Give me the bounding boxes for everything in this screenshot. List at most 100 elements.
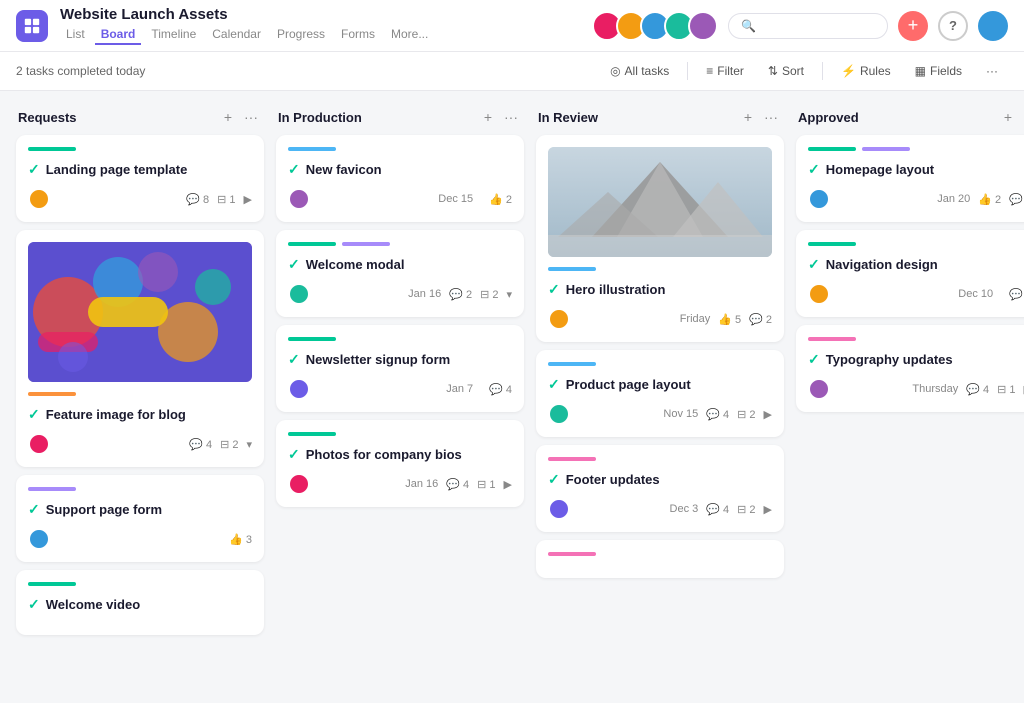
card-avatar (288, 378, 310, 400)
card-footer-homepage: Jan 20 👍 2 💬 4 (808, 188, 1024, 210)
card-new-favicon[interactable]: ✓ New favicon Dec 15 👍 2 (276, 135, 524, 222)
card-meta-homepage: Jan 20 👍 2 💬 4 (937, 193, 1024, 206)
project-title: Website Launch Assets (60, 6, 580, 23)
card-tag-purple (862, 147, 910, 151)
card-meta-landing: 💬 8 ⊟ 1 ▶ (186, 193, 252, 206)
tab-forms[interactable]: Forms (335, 25, 381, 45)
more-options-button[interactable]: ··· (976, 60, 1008, 82)
card-tag-green (288, 242, 336, 246)
card-typography[interactable]: ✓ Typography updates Thursday 💬 4 ⊟ 1 ▶ (796, 325, 1024, 412)
card-meta-nav: Dec 10 💬 3 (958, 288, 1024, 301)
date-label: Nov 15 (663, 408, 698, 420)
column-approved: Approved + ··· ✓ Homepage layout Jan 20 … (796, 107, 1024, 420)
divider-1 (687, 62, 688, 80)
comment-count: 💬 4 (966, 383, 989, 396)
card-avatar (28, 188, 50, 210)
card-title-nav: ✓ Navigation design (808, 256, 1024, 273)
card-hero-illustration[interactable]: ✓ Hero illustration Friday 👍 5 💬 2 (536, 135, 784, 342)
card-tag-typography (808, 337, 856, 341)
fields-button[interactable]: ▦ Fields (905, 60, 972, 82)
more-approved[interactable]: ··· (1020, 107, 1024, 127)
card-title-video: ✓ Welcome video (28, 596, 252, 613)
card-footer-modal: Jan 16 💬 2 ⊟ 2 ▾ (288, 283, 512, 305)
current-user-avatar[interactable] (978, 11, 1008, 41)
card-support-form[interactable]: ✓ Support page form 👍 3 (16, 475, 264, 562)
card-welcome-modal[interactable]: ✓ Welcome modal Jan 16 💬 2 ⊟ 2 ▾ (276, 230, 524, 317)
card-avatar (808, 188, 830, 210)
card-tag-bios (288, 432, 336, 436)
subtask-count: ⊟ 2 (220, 438, 238, 451)
rules-button[interactable]: ⚡ Rules (831, 60, 901, 82)
subtask-count: ⊟ 2 (737, 408, 755, 421)
tab-progress[interactable]: Progress (271, 25, 331, 45)
add-card-production[interactable]: + (480, 107, 496, 127)
card-avatar (28, 528, 50, 550)
check-icon: ✓ (28, 501, 40, 518)
tab-board[interactable]: Board (95, 25, 142, 45)
alltasks-icon: ◎ (610, 64, 620, 78)
all-tasks-button[interactable]: ◎ All tasks (600, 60, 679, 82)
column-header-review: In Review + ··· (536, 107, 784, 127)
add-card-approved[interactable]: + (1000, 107, 1016, 127)
card-meta-typography: Thursday 💬 4 ⊟ 1 ▶ (912, 383, 1024, 396)
expand-icon[interactable]: ▶ (764, 503, 772, 516)
more-production[interactable]: ··· (500, 107, 522, 127)
card-footer-bios: Jan 16 💬 4 ⊟ 1 ▶ (288, 473, 512, 495)
toolbar-actions: ◎ All tasks ≡ Filter ⇅ Sort ⚡ Rules ▦ Fi… (600, 60, 1008, 82)
card-footer-favicon: Dec 15 👍 2 (288, 188, 512, 210)
add-button[interactable]: + (898, 11, 928, 41)
search-box[interactable]: 🔍 (728, 13, 888, 39)
expand-icon[interactable]: ▶ (764, 408, 772, 421)
tab-list[interactable]: List (60, 25, 91, 45)
card-tag-video (28, 582, 76, 586)
card-title-landing: ✓ Landing page template (28, 161, 252, 178)
check-icon: ✓ (288, 351, 300, 368)
card-tag (28, 147, 76, 151)
card-homepage-layout[interactable]: ✓ Homepage layout Jan 20 👍 2 💬 4 (796, 135, 1024, 222)
card-meta-hero: Friday 👍 5 💬 2 (680, 313, 772, 326)
nav-tabs: List Board Timeline Calendar Progress Fo… (60, 25, 580, 45)
help-button[interactable]: ? (938, 11, 968, 41)
add-card-review[interactable]: + (740, 107, 756, 127)
card-tag-newsletter (288, 337, 336, 341)
card-nav-design[interactable]: ✓ Navigation design Dec 10 💬 3 (796, 230, 1024, 317)
card-image-mountain (548, 147, 772, 257)
more-review[interactable]: ··· (760, 107, 782, 127)
card-company-bios[interactable]: ✓ Photos for company bios Jan 16 💬 4 ⊟ 1… (276, 420, 524, 507)
card-footer-updates[interactable]: ✓ Footer updates Dec 3 💬 4 ⊟ 2 ▶ (536, 445, 784, 532)
card-title-typography: ✓ Typography updates (808, 351, 1024, 368)
column-actions-production: + ··· (480, 107, 522, 127)
expand-icon[interactable]: ▾ (506, 288, 512, 301)
card-avatar (808, 283, 830, 305)
check-icon: ✓ (808, 161, 820, 178)
sort-button[interactable]: ⇅ Sort (758, 60, 814, 82)
card-feature-image[interactable]: ✓ Feature image for blog 💬 4 ⊟ 2 ▾ (16, 230, 264, 467)
card-newsletter[interactable]: ✓ Newsletter signup form Jan 7 💬 4 (276, 325, 524, 412)
card-partial-review[interactable] (536, 540, 784, 578)
date-label: Jan 20 (937, 193, 970, 205)
card-avatar (288, 188, 310, 210)
add-card-requests[interactable]: + (220, 107, 236, 127)
date-label: Jan 16 (408, 288, 441, 300)
filter-button[interactable]: ≡ Filter (696, 60, 754, 82)
more-requests[interactable]: ··· (240, 107, 262, 127)
sort-icon: ⇅ (768, 64, 778, 78)
subtask-count: ⊟ 1 (217, 193, 235, 206)
tab-more[interactable]: More... (385, 25, 434, 45)
card-avatar (288, 473, 310, 495)
expand-icon[interactable]: ▶ (244, 193, 252, 206)
comment-count: 💬 4 (706, 408, 729, 421)
column-header-approved: Approved + ··· (796, 107, 1024, 127)
card-product-layout[interactable]: ✓ Product page layout Nov 15 💬 4 ⊟ 2 ▶ (536, 350, 784, 437)
expand-icon[interactable]: ▶ (504, 478, 512, 491)
tab-calendar[interactable]: Calendar (206, 25, 267, 45)
expand-icon[interactable]: ▾ (246, 438, 252, 451)
column-actions-requests: + ··· (220, 107, 262, 127)
tab-timeline[interactable]: Timeline (145, 25, 202, 45)
card-footer-support: 👍 3 (28, 528, 252, 550)
card-welcome-video[interactable]: ✓ Welcome video (16, 570, 264, 635)
card-landing-page[interactable]: ✓ Landing page template 💬 8 ⊟ 1 ▶ (16, 135, 264, 222)
card-footer-feature: 💬 4 ⊟ 2 ▾ (28, 433, 252, 455)
card-footer-hero: Friday 👍 5 💬 2 (548, 308, 772, 330)
card-tag-pair-modal (288, 242, 512, 246)
